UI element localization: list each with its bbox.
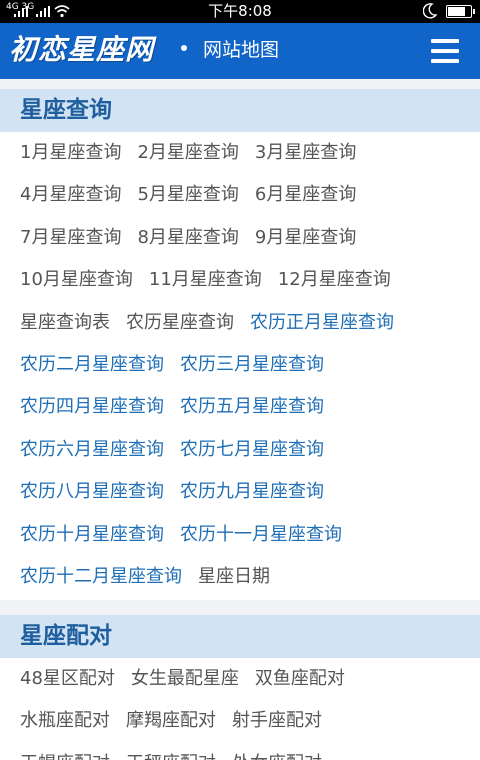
sitemap-link[interactable]: 农历八月星座查询 bbox=[20, 471, 164, 513]
sitemap-link[interactable]: 3月星座查询 bbox=[255, 132, 356, 174]
sitemap-link[interactable]: 星座查询表 bbox=[20, 302, 110, 344]
link-row: 7月星座查询 8月星座查询 9月星座查询 bbox=[20, 217, 480, 259]
sitemap-link[interactable]: 农历十月星座查询 bbox=[20, 514, 164, 556]
sitemap-link[interactable]: 农历十一月星座查询 bbox=[180, 514, 342, 556]
link-row: 农历四月星座查询 农历五月星座查询 bbox=[20, 386, 480, 428]
site-logo[interactable]: 初恋星座网 bbox=[9, 32, 154, 68]
link-row: 农历六月星座查询 农历七月星座查询 bbox=[20, 429, 480, 471]
sitemap-link[interactable]: 5月星座查询 bbox=[137, 174, 238, 216]
battery-icon bbox=[446, 5, 475, 18]
sitemap-link[interactable]: 2月星座查询 bbox=[137, 132, 238, 174]
section-title: 星座查询 bbox=[0, 89, 480, 132]
link-row: 农历二月星座查询 农历三月星座查询 bbox=[20, 344, 480, 386]
sitemap-link[interactable]: 1月星座查询 bbox=[20, 132, 121, 174]
sitemap-link[interactable]: 农历九月星座查询 bbox=[180, 471, 324, 513]
sitemap-link[interactable]: 处女座配对 bbox=[232, 743, 322, 760]
page-title: 网站地图 bbox=[203, 39, 280, 61]
sitemap-link[interactable]: 农历星座查询 bbox=[126, 302, 234, 344]
hamburger-menu-icon[interactable] bbox=[428, 36, 464, 66]
sitemap-link[interactable]: 农历六月星座查询 bbox=[20, 429, 164, 471]
sitemap-link[interactable]: 农历四月星座查询 bbox=[20, 386, 164, 428]
link-row: 星座查询表 农历星座查询 农历正月星座查询 bbox=[20, 302, 480, 344]
header-gap bbox=[0, 79, 480, 89]
sitemap-link[interactable]: 农历三月星座查询 bbox=[180, 344, 324, 386]
sitemap-link[interactable]: 农历十二月星座查询 bbox=[20, 556, 182, 598]
sitemap-link[interactable]: 天蝎座配对 bbox=[20, 743, 110, 760]
section-divider bbox=[0, 600, 480, 615]
moon-icon bbox=[423, 3, 437, 19]
status-bar: 4G 3G 下午8:08 bbox=[0, 0, 480, 23]
status-time: 下午8:08 bbox=[208, 2, 272, 20]
sitemap-link[interactable]: 射手座配对 bbox=[232, 700, 322, 742]
link-row: 10月星座查询 11月星座查询 12月星座查询 bbox=[20, 259, 480, 301]
sitemap-link[interactable]: 48星区配对 bbox=[20, 658, 115, 700]
link-list: 1月星座查询 2月星座查询 3月星座查询 4月星座查询 5月星座查询 6月星座查询 7月星座… bbox=[0, 132, 480, 598]
sitemap-link[interactable]: 双鱼座配对 bbox=[255, 658, 345, 700]
sitemap-link[interactable]: 水瓶座配对 bbox=[20, 700, 110, 742]
sitemap-link[interactable]: 10月星座查询 bbox=[20, 259, 133, 301]
sitemap-link[interactable]: 12月星座查询 bbox=[278, 259, 391, 301]
sitemap-link[interactable]: 7月星座查询 bbox=[20, 217, 121, 259]
link-row: 水瓶座配对 摩羯座配对 射手座配对 bbox=[20, 700, 480, 742]
section-constellation-match: 星座配对 48星区配对女生最配星座双鱼座配对水瓶座配对摩羯座配对射手座配对天蝎座… bbox=[0, 615, 480, 760]
sitemap-link[interactable]: 天秤座配对 bbox=[126, 743, 216, 760]
site-header: 初恋星座网 网站地图 bbox=[0, 23, 480, 79]
sitemap-link[interactable]: 9月星座查询 bbox=[255, 217, 356, 259]
sitemap-link[interactable]: 农历七月星座查询 bbox=[180, 429, 324, 471]
sitemap-link[interactable]: 4月星座查询 bbox=[20, 174, 121, 216]
sitemap-link[interactable]: 农历正月星座查询 bbox=[250, 302, 394, 344]
sitemap-link[interactable]: 摩羯座配对 bbox=[126, 700, 216, 742]
link-row: 农历八月星座查询 农历九月星座查询 bbox=[20, 471, 480, 513]
sitemap-link[interactable]: 农历二月星座查询 bbox=[20, 344, 164, 386]
link-row: 1月星座查询 2月星座查询 3月星座查询 bbox=[20, 132, 480, 174]
section-title: 星座配对 bbox=[0, 615, 480, 658]
link-row: 农历十月星座查询 农历十一月星座查询 bbox=[20, 514, 480, 556]
sitemap-link[interactable]: 农历五月星座查询 bbox=[180, 386, 324, 428]
section-constellation-query: 星座查询 1月星座查询 2月星座查询 3月星座查询 4月星座查询 5月星座查询 6月星座查… bbox=[0, 89, 480, 598]
link-row: 天蝎座配对天秤座配对处女座配对 bbox=[20, 743, 480, 760]
sitemap-link[interactable]: 11月星座查询 bbox=[149, 259, 262, 301]
link-list: 48星区配对女生最配星座双鱼座配对水瓶座配对摩羯座配对射手座配对天蝎座配对天秤座… bbox=[0, 658, 480, 760]
link-row: 农历十二月星座查询 星座日期 bbox=[20, 556, 480, 598]
link-row: 48星区配对 女生最配星座 双鱼座配对 bbox=[20, 658, 480, 700]
sitemap-link[interactable]: 6月星座查询 bbox=[255, 174, 356, 216]
link-row: 4月星座查询 5月星座查询 6月星座查询 bbox=[20, 174, 480, 216]
separator-dot bbox=[181, 45, 187, 51]
sitemap-link[interactable]: 8月星座查询 bbox=[137, 217, 238, 259]
sitemap-link[interactable]: 星座日期 bbox=[198, 556, 270, 598]
sitemap-link[interactable]: 女生最配星座 bbox=[131, 658, 239, 700]
